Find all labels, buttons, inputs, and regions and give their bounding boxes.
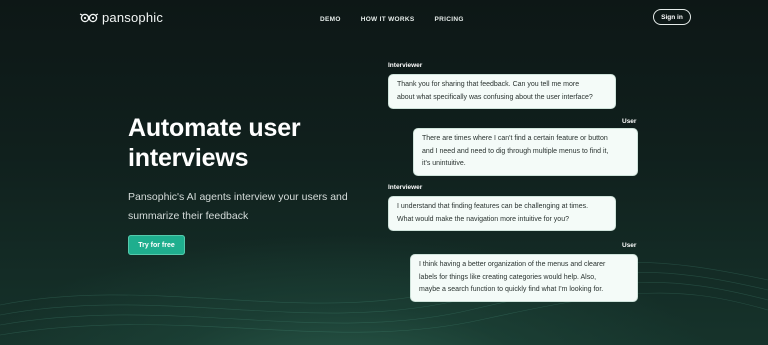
speaker-label-interviewer: Interviewer xyxy=(388,62,423,69)
chat-line: labels for things like creating categori… xyxy=(419,273,597,281)
logo[interactable]: pansophic xyxy=(79,10,163,25)
chat-line: I think having a better organization of … xyxy=(419,261,606,268)
chat-line: maybe a search function to quickly find … xyxy=(419,286,604,293)
chat-line: What would make the navigation more intu… xyxy=(397,215,569,223)
speaker-label-user: User xyxy=(622,118,637,125)
nav-link-demo[interactable]: DEMO xyxy=(320,16,341,23)
hero-title: Automate user interviews xyxy=(128,113,358,173)
chat-line: Thank you for sharing that feedback. Can… xyxy=(397,81,580,88)
try-for-free-button[interactable]: Try for free xyxy=(128,235,185,255)
chat-line: and I need and need to dig through multi… xyxy=(422,147,609,155)
nav-links: DEMO HOW IT WORKS PRICING xyxy=(320,16,464,23)
owl-logo-icon xyxy=(79,12,99,22)
background-waves xyxy=(0,262,768,336)
chat-bubble-user: I think having a better organization of … xyxy=(410,254,638,302)
chat-bubble-user: There are times where I can't find a cer… xyxy=(413,128,638,176)
hero-section: Automate user interviews Pansophic's AI … xyxy=(128,113,358,255)
chat-line: There are times where I can't find a cer… xyxy=(422,135,608,142)
top-navigation: pansophic DEMO HOW IT WORKS PRICING Sign… xyxy=(0,0,768,36)
chat-bubble-interviewer: Thank you for sharing that feedback. Can… xyxy=(388,74,616,109)
nav-link-pricing[interactable]: PRICING xyxy=(435,16,464,23)
chat-bubble-interviewer: I understand that finding features can b… xyxy=(388,196,616,231)
hero-subtitle: Pansophic's AI agents interview your use… xyxy=(128,191,348,222)
speaker-label-user: User xyxy=(622,242,637,249)
speaker-label-interviewer: Interviewer xyxy=(388,184,423,191)
logo-text: pansophic xyxy=(102,10,164,25)
chat-line: about what specifically was confusing ab… xyxy=(397,93,593,101)
hero-title-line-2: interviews xyxy=(128,144,249,172)
sign-in-button[interactable]: Sign in xyxy=(653,9,691,25)
chat-line: it's unintuitive. xyxy=(422,160,466,167)
nav-link-how-it-works[interactable]: HOW IT WORKS xyxy=(361,16,415,23)
chat-line: I understand that finding features can b… xyxy=(397,203,589,210)
hero-title-line-1: Automate user xyxy=(128,114,301,142)
